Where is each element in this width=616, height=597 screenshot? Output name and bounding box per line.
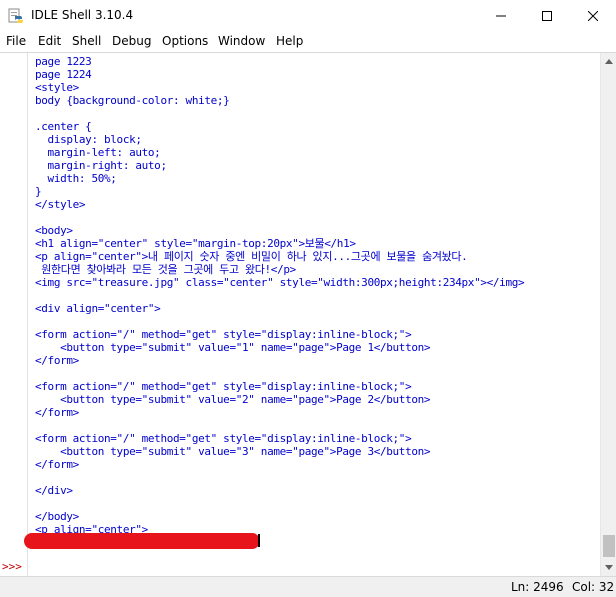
output-line: margin-left: auto; xyxy=(35,146,161,159)
output-line: display: block; xyxy=(35,133,142,146)
output-line: <body> xyxy=(35,224,73,237)
output-line: </form> xyxy=(35,406,79,419)
menu-file[interactable]: File xyxy=(6,34,26,48)
output-line: </style> xyxy=(35,198,86,211)
output-line: .center { xyxy=(35,120,92,133)
status-bar: Ln: 2496 Col: 32 xyxy=(0,576,616,597)
title-bar[interactable]: IDLE Shell 3.10.4 xyxy=(0,0,616,32)
output-line: <button type="submit" value="1" name="pa… xyxy=(35,341,431,354)
menu-bar: File Edit Shell Debug Options Window Hel… xyxy=(0,32,616,52)
output-line: <p align="center">내 페이지 숫자 중엔 비밀이 하나 있지.… xyxy=(35,250,468,263)
output-line: <h1 align="center" style="margin-top:20p… xyxy=(35,237,356,250)
status-column-number: Col: 32 xyxy=(572,580,615,594)
scroll-up-button[interactable] xyxy=(601,53,616,70)
output-line: </div> xyxy=(35,484,73,497)
shell-prompt: >>> xyxy=(2,560,22,573)
menu-shell[interactable]: Shell xyxy=(72,34,101,48)
output-line: </body> xyxy=(35,510,79,523)
output-line: body {background-color: white;} xyxy=(35,94,230,107)
output-line: page 1223 xyxy=(35,55,92,68)
output-line: 원한다면 찾아봐라 모든 것을 그곳에 두고 왔다!</p> xyxy=(35,263,296,276)
maximize-icon xyxy=(542,11,552,21)
text-cursor xyxy=(258,534,260,547)
shell-output[interactable]: page 1223 page 1224 <style> body {backgroun… xyxy=(29,53,599,576)
output-line: <form action="/" method="get" style="dis… xyxy=(35,432,412,445)
close-icon xyxy=(588,11,598,21)
window-title: IDLE Shell 3.10.4 xyxy=(31,8,134,22)
output-line: <button type="submit" value="3" name="pa… xyxy=(35,445,431,458)
minimize-button[interactable] xyxy=(478,0,524,32)
menu-debug[interactable]: Debug xyxy=(112,34,151,48)
minimize-icon xyxy=(496,15,506,17)
scrollbar-thumb[interactable] xyxy=(603,535,615,557)
menu-help[interactable]: Help xyxy=(276,34,303,48)
output-line: <style> xyxy=(35,81,79,94)
output-line: <img src="treasure.jpg" class="center" s… xyxy=(35,276,525,289)
arrow-down-icon xyxy=(605,565,613,570)
python-idle-icon xyxy=(8,8,23,23)
maximize-button[interactable] xyxy=(524,0,570,32)
menu-window[interactable]: Window xyxy=(218,34,265,48)
vertical-scrollbar[interactable] xyxy=(600,53,616,576)
shell-frame: >>> page 1223 page 1224 <style> body {backg… xyxy=(0,52,616,576)
redaction-mark xyxy=(24,533,260,549)
output-line: <form action="/" method="get" style="dis… xyxy=(35,328,412,341)
output-line: <div align="center"> xyxy=(35,302,161,315)
menu-edit[interactable]: Edit xyxy=(38,34,61,48)
output-line: page 1224 xyxy=(35,68,92,81)
output-line: <button type="submit" value="2" name="pa… xyxy=(35,393,431,406)
output-text: page 1223 page 1224 <style> body {backgroun… xyxy=(35,55,525,536)
arrow-up-icon xyxy=(605,59,613,64)
output-line: width: 50%; xyxy=(35,172,117,185)
output-line: } xyxy=(35,185,42,198)
output-line: <form action="/" method="get" style="dis… xyxy=(35,380,412,393)
output-line: margin-right: auto; xyxy=(35,159,168,172)
output-line: </form> xyxy=(35,354,79,367)
menu-options[interactable]: Options xyxy=(162,34,208,48)
scroll-down-button[interactable] xyxy=(601,559,616,576)
output-line: </form> xyxy=(35,458,79,471)
status-line-number: Ln: 2496 xyxy=(511,580,564,594)
prompt-gutter: >>> xyxy=(0,53,28,576)
close-button[interactable] xyxy=(570,0,616,32)
